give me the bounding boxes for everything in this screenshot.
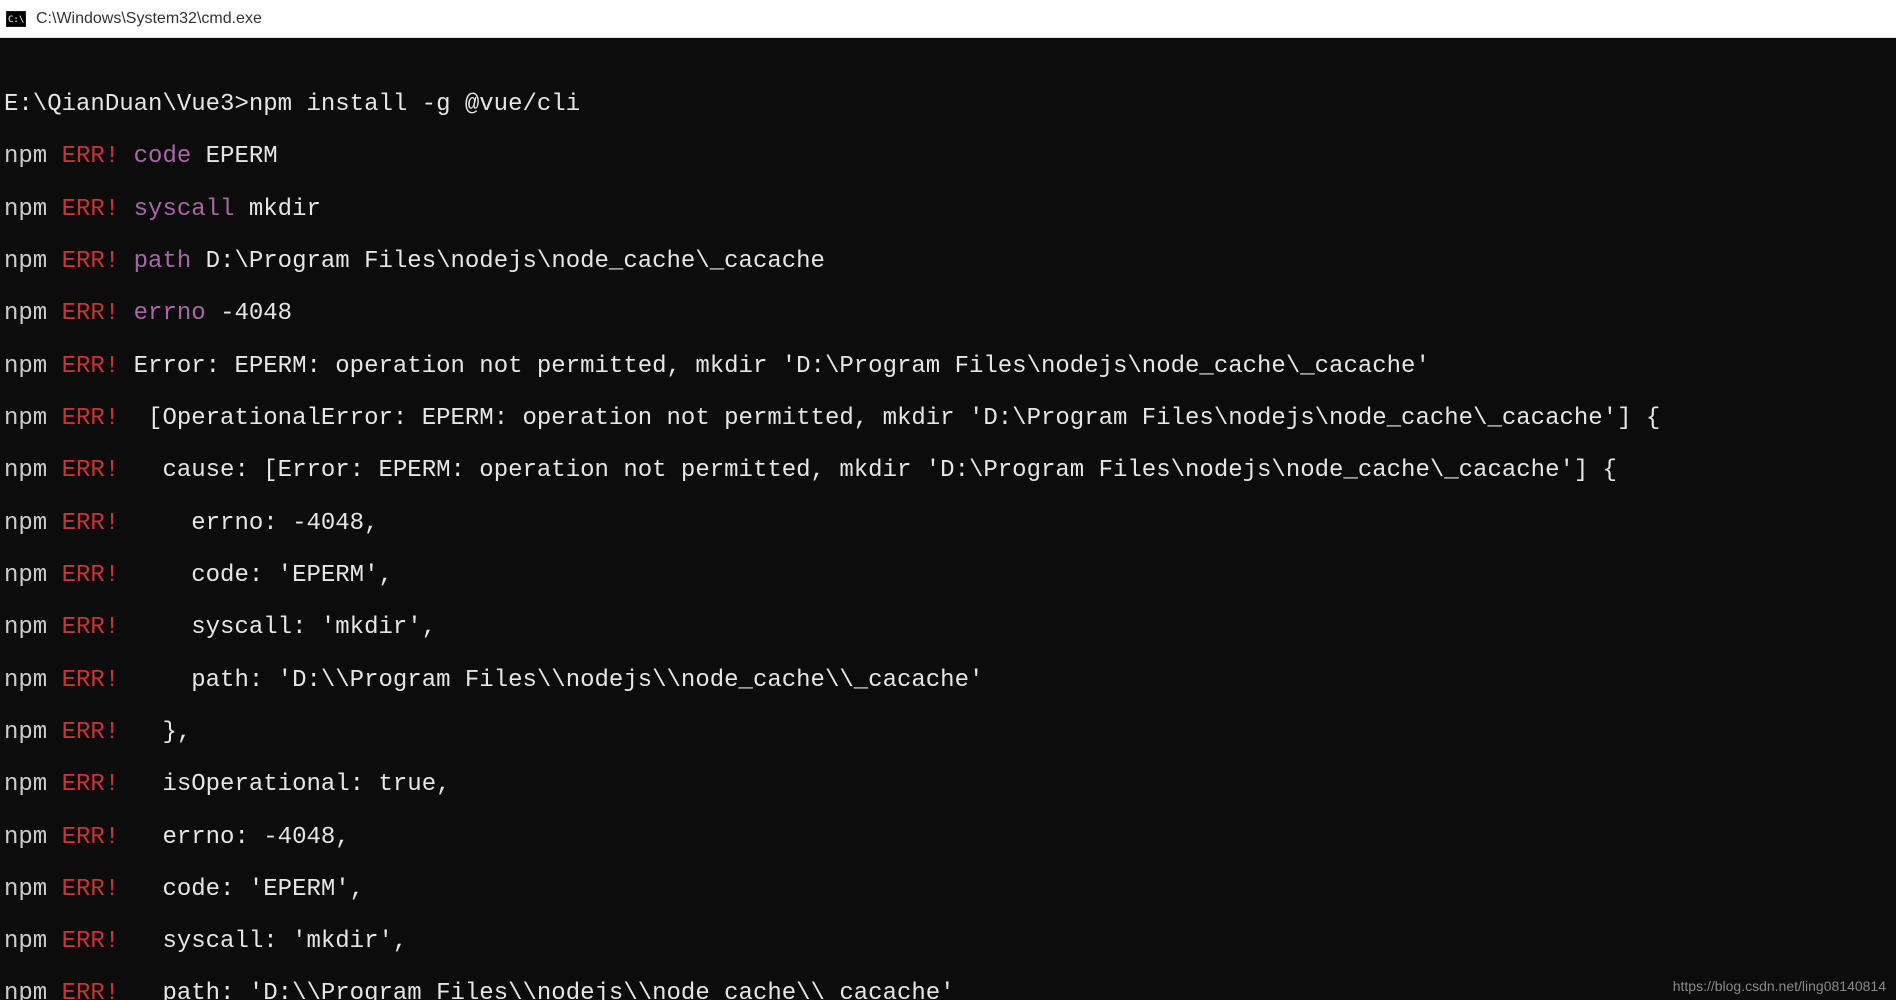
- output-line: npm ERR! syscall: 'mkdir',: [4, 615, 1892, 641]
- window-title: C:\Windows\System32\cmd.exe: [36, 10, 262, 28]
- path-value: D:\Program Files\nodejs\node_cache\_caca…: [206, 248, 825, 275]
- error-text: },: [134, 719, 192, 746]
- prompt-path: E:\QianDuan\Vue3>: [4, 91, 249, 118]
- error-text: errno: -4048,: [134, 824, 350, 851]
- error-text: [OperationalError: EPERM: operation not …: [134, 405, 1661, 432]
- output-line: npm ERR! Error: EPERM: operation not per…: [4, 354, 1892, 380]
- errno-value: -4048: [220, 300, 292, 327]
- path-key: path: [134, 248, 192, 275]
- output-line: npm ERR! code: 'EPERM',: [4, 877, 1892, 903]
- output-line: npm ERR! [OperationalError: EPERM: opera…: [4, 406, 1892, 432]
- output-line: npm ERR! code: 'EPERM',: [4, 563, 1892, 589]
- output-line: npm ERR! errno: -4048,: [4, 825, 1892, 851]
- error-text: errno: -4048,: [134, 510, 379, 537]
- watermark-text: https://blog.csdn.net/ling08140814: [1673, 979, 1886, 994]
- error-text: syscall: 'mkdir',: [134, 928, 408, 955]
- output-line: npm ERR! path: 'D:\\Program Files\\nodej…: [4, 981, 1892, 1000]
- output-line: npm ERR! syscall: 'mkdir',: [4, 929, 1892, 955]
- prompt-line: E:\QianDuan\Vue3>npm install -g @vue/cli: [4, 92, 1892, 118]
- output-line: npm ERR! errno -4048: [4, 301, 1892, 327]
- error-text: cause: [Error: EPERM: operation not perm…: [134, 457, 1617, 484]
- output-line: npm ERR! },: [4, 720, 1892, 746]
- output-line: npm ERR! isOperational: true,: [4, 772, 1892, 798]
- error-text: path: 'D:\\Program Files\\nodejs\\node_c…: [134, 667, 984, 694]
- error-text: Error: EPERM: operation not permitted, m…: [134, 353, 1430, 380]
- code-key: code: [134, 143, 192, 170]
- syscall-key: syscall: [134, 196, 235, 223]
- svg-text:C:\: C:\: [8, 15, 24, 25]
- code-value: EPERM: [206, 143, 278, 170]
- error-text: path: 'D:\\Program Files\\nodejs\\node_c…: [134, 980, 955, 1000]
- output-line: npm ERR! path D:\Program Files\nodejs\no…: [4, 249, 1892, 275]
- output-line: npm ERR! path: 'D:\\Program Files\\nodej…: [4, 668, 1892, 694]
- window-title-bar: C:\ C:\Windows\System32\cmd.exe: [0, 0, 1896, 38]
- error-text: isOperational: true,: [134, 771, 451, 798]
- command-text: npm install -g @vue/cli: [249, 91, 580, 118]
- err-label: ERR!: [62, 143, 120, 170]
- error-text: code: 'EPERM',: [134, 876, 364, 903]
- output-line: npm ERR! errno: -4048,: [4, 511, 1892, 537]
- terminal-output[interactable]: E:\QianDuan\Vue3>npm install -g @vue/cli…: [0, 38, 1896, 1000]
- syscall-value: mkdir: [249, 196, 321, 223]
- npm-label: npm: [4, 143, 47, 170]
- output-line: npm ERR! code EPERM: [4, 144, 1892, 170]
- errno-key: errno: [134, 300, 206, 327]
- cmd-icon: C:\: [4, 9, 28, 29]
- error-text: syscall: 'mkdir',: [134, 614, 436, 641]
- output-line: npm ERR! cause: [Error: EPERM: operation…: [4, 458, 1892, 484]
- error-text: code: 'EPERM',: [134, 562, 393, 589]
- output-line: npm ERR! syscall mkdir: [4, 197, 1892, 223]
